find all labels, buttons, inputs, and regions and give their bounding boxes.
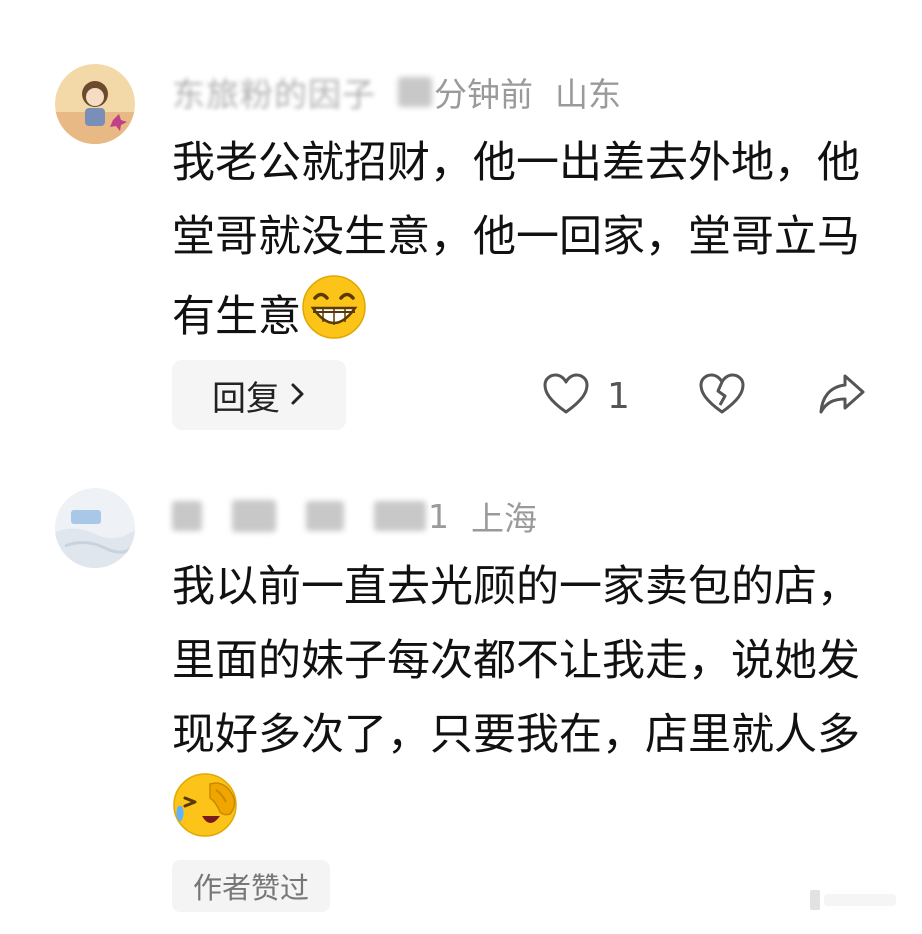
redacted-block bbox=[374, 501, 426, 531]
redacted-block bbox=[232, 500, 276, 532]
avatar-image bbox=[55, 64, 135, 144]
dislike-button[interactable] bbox=[699, 373, 745, 419]
avatar[interactable] bbox=[55, 488, 135, 568]
redacted-block bbox=[306, 501, 344, 531]
redacted-block bbox=[398, 77, 432, 107]
grinning-face-emoji bbox=[301, 274, 367, 340]
avatar[interactable] bbox=[55, 64, 135, 144]
comment-meta: 1 上海 bbox=[172, 494, 537, 538]
heart-outline-icon bbox=[543, 373, 589, 419]
share-button[interactable] bbox=[818, 373, 866, 419]
laughing-tears-emoji bbox=[172, 772, 238, 838]
comment-1: 东旅粉的因子 分钟前 山东 我老公就招财，他一出差去外地，他堂哥就没生意，他一回… bbox=[0, 0, 922, 450]
timestamp: 1 bbox=[428, 496, 449, 536]
comment-text: 我以前一直去光顾的一家卖包的店，里面的妹子每次都不让我走，说她发现好多次了，只要… bbox=[172, 550, 872, 852]
share-arrow-icon bbox=[818, 373, 866, 419]
broken-heart-icon bbox=[699, 373, 745, 419]
author-liked-badge: 作者赞过 bbox=[172, 860, 330, 912]
like-count: 1 bbox=[607, 375, 630, 417]
timestamp: 分钟前 bbox=[398, 68, 533, 116]
avatar-image bbox=[55, 488, 135, 568]
watermark bbox=[808, 886, 904, 914]
location: 上海 bbox=[471, 499, 537, 538]
username[interactable]: 东旅粉的因子 bbox=[172, 68, 376, 116]
comment-text: 我老公就招财，他一出差去外地，他堂哥就没生意，他一回家，堂哥立马有生意 bbox=[172, 138, 860, 342]
reply-label: 回复 bbox=[212, 378, 280, 419]
location: 山东 bbox=[555, 75, 621, 114]
chevron-right-icon bbox=[290, 375, 306, 415]
like-button[interactable]: 1 bbox=[543, 373, 630, 419]
username[interactable] bbox=[172, 500, 426, 532]
reply-button[interactable]: 回复 bbox=[172, 360, 346, 430]
comment-meta: 东旅粉的因子 分钟前 山东 bbox=[172, 70, 621, 114]
comment-2: 1 上海 我以前一直去光顾的一家卖包的店，里面的妹子每次都不让我走，说她发现好多… bbox=[0, 450, 922, 934]
redacted-block bbox=[172, 501, 202, 531]
